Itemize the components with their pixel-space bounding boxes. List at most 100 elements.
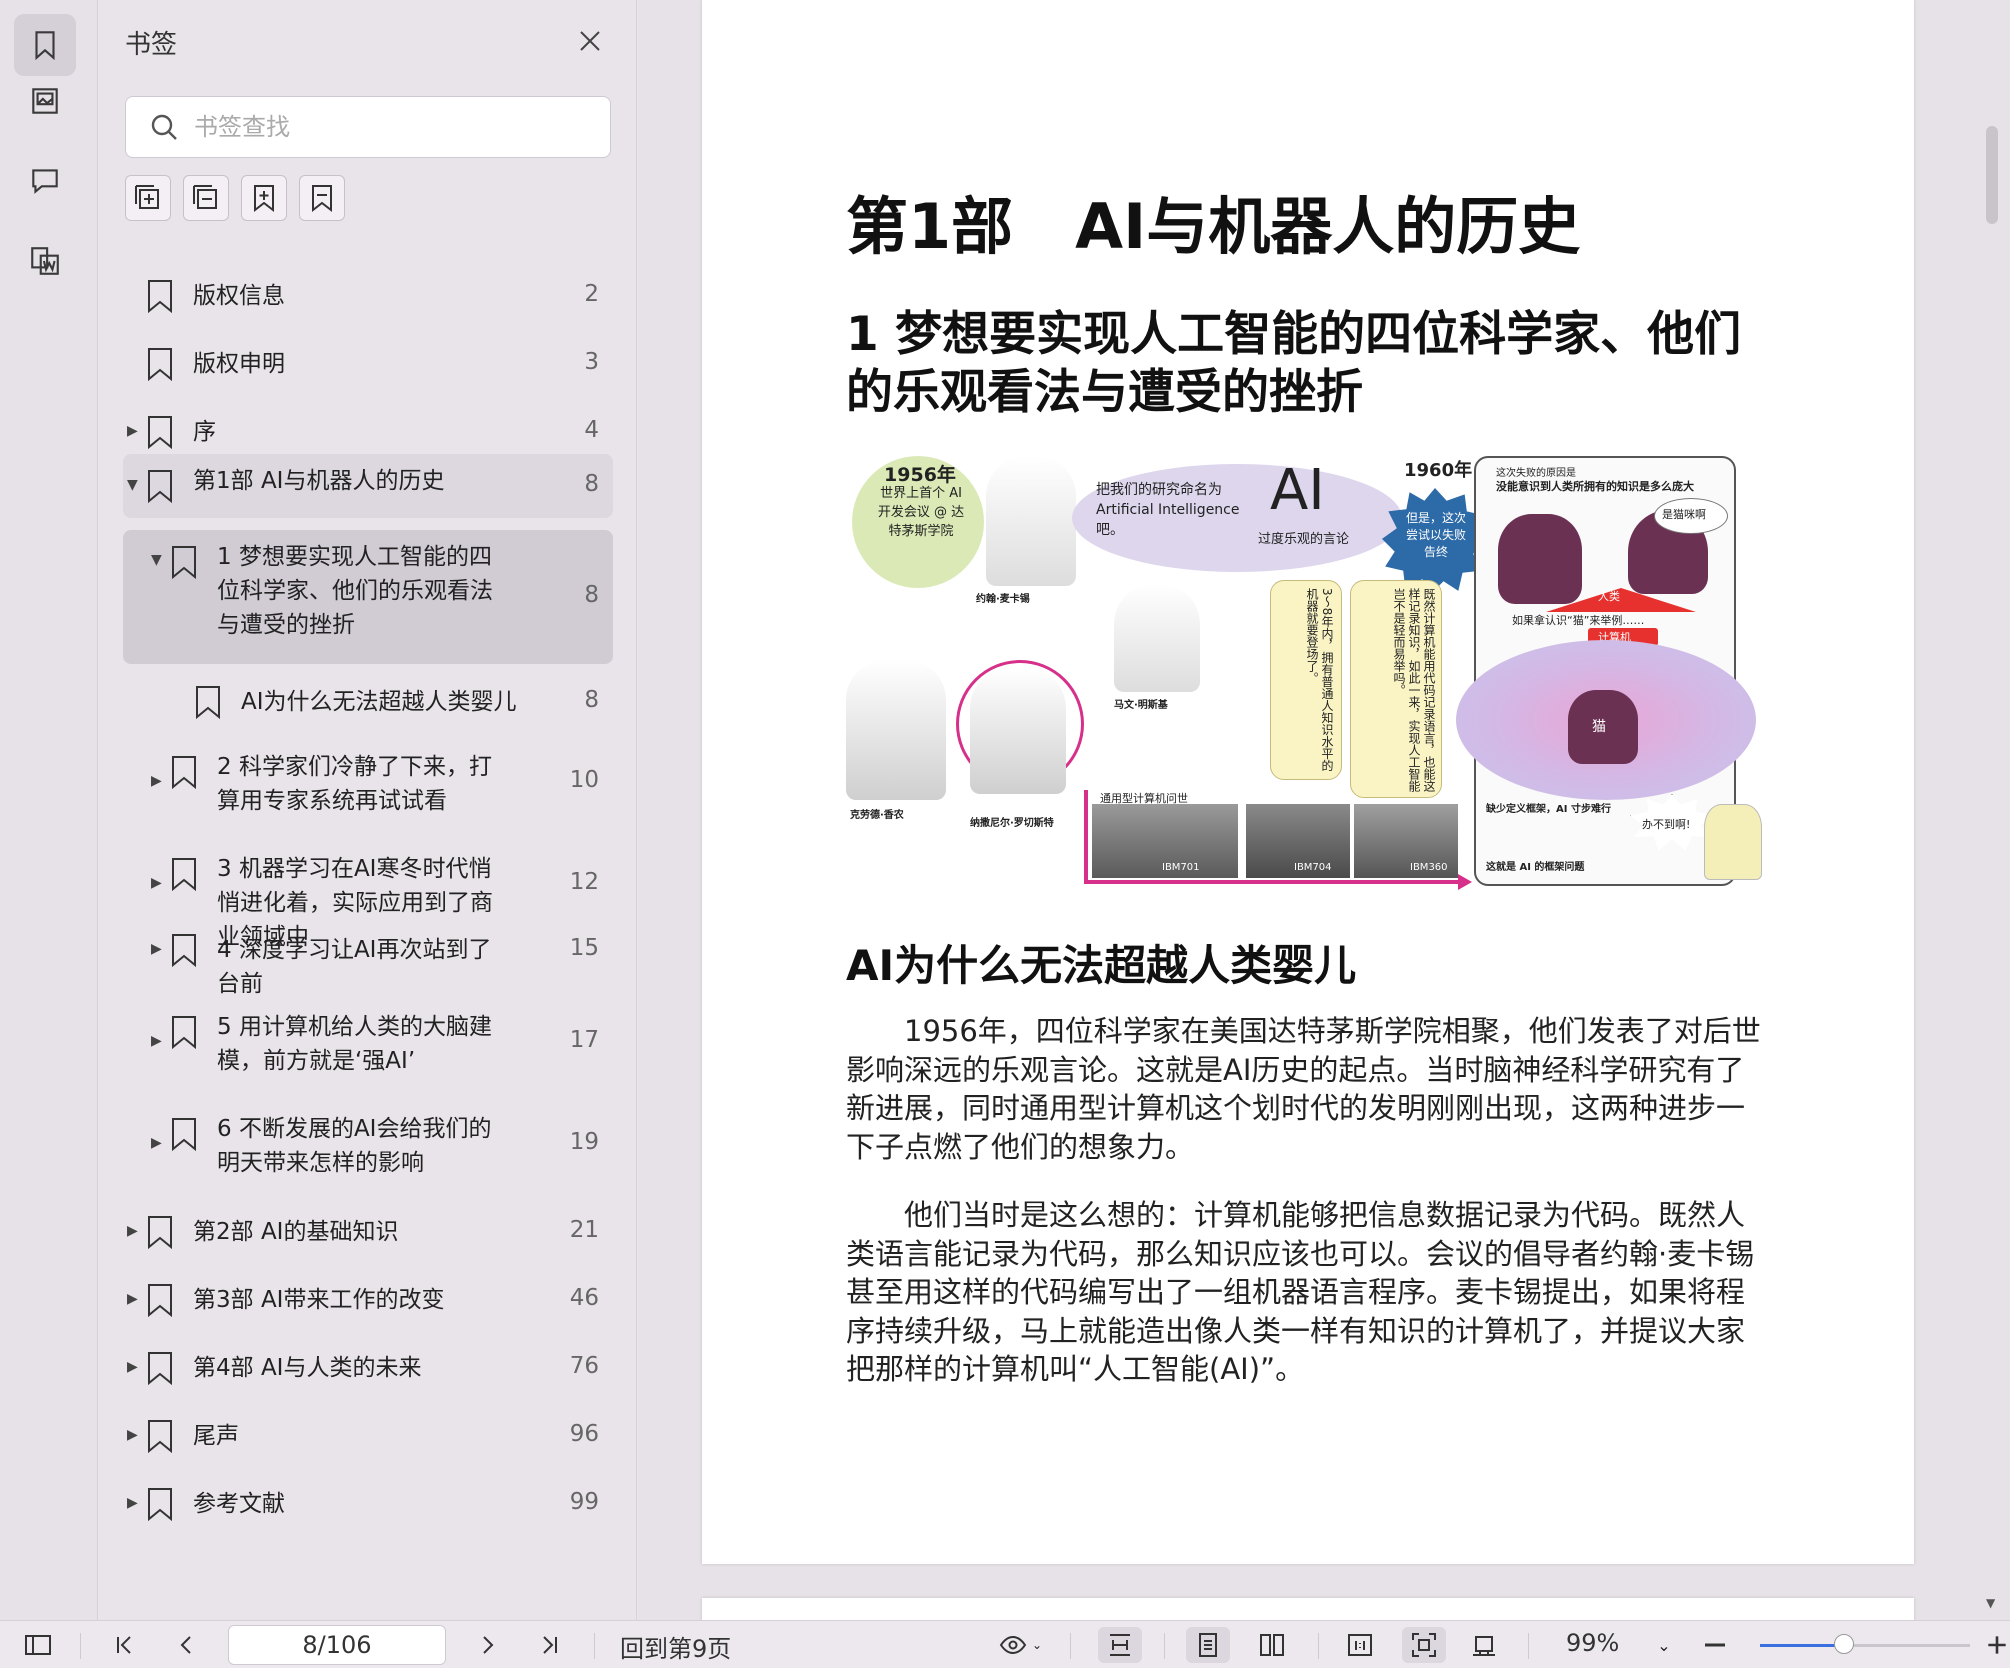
- bookmark-item[interactable]: AI为什么无法超越人类婴儿 8: [123, 676, 613, 728]
- document-viewer[interactable]: 第1部 AI与机器人的历史 1 梦想要实现人工智能的四位科学家、他们的乐观看法与…: [638, 0, 2010, 1620]
- bookmark-item[interactable]: ▼ 1 梦想要实现人工智能的四位科学家、他们的乐观看法与遭受的挫折 8: [123, 530, 613, 664]
- collapse-triangle-icon[interactable]: ▶: [151, 875, 162, 891]
- toggle-sidebar-button[interactable]: [20, 1627, 56, 1663]
- cat-label: 猫: [1592, 719, 1606, 735]
- collapse-triangle-icon[interactable]: ▶: [151, 773, 162, 789]
- collapse-triangle-icon[interactable]: ▶: [127, 1223, 138, 1239]
- bookmark-label: 2 科学家们冷静了下来，打算用专家系统再试试看: [217, 754, 492, 814]
- actual-size-button[interactable]: [1338, 1627, 1382, 1663]
- bookmark-item[interactable]: ▶ 2 科学家们冷静了下来，打算用专家系统再试试看 10: [123, 740, 613, 824]
- failure-text: 但是，这次尝试以失败告终: [1405, 511, 1466, 559]
- bookmark-icon: [145, 1282, 175, 1318]
- single-page-button[interactable]: [1186, 1627, 1230, 1663]
- expand-triangle-icon[interactable]: ▼: [127, 477, 138, 493]
- bookmark-item[interactable]: ▶ 第3部 AI带来工作的改变 46: [123, 1274, 613, 1326]
- bookmark-item[interactable]: 版权申明 3: [123, 338, 613, 390]
- impossible-text: 办不到啊!: [1642, 818, 1691, 831]
- bookmark-label: 序: [193, 419, 216, 445]
- bookmark-item[interactable]: ▶ 第4部 AI与人类的未来 76: [123, 1342, 613, 1394]
- bookmark-item[interactable]: ▶ 参考文献 99: [123, 1478, 613, 1530]
- bookmark-label: 4 深度学习让AI再次站到了台前: [217, 937, 492, 997]
- bookmark-item[interactable]: ▶ 5 用计算机给人类的大脑建模，前方就是‘强AI’ 17: [123, 1000, 613, 1084]
- collapse-triangle-icon[interactable]: ▶: [127, 423, 138, 439]
- expand-triangle-icon[interactable]: ▼: [151, 552, 162, 568]
- shannon-portrait: [846, 660, 946, 800]
- goto-page-button[interactable]: 回到第9页: [620, 1629, 731, 1664]
- zoom-in-button[interactable]: [1984, 1627, 2010, 1663]
- fit-page-button[interactable]: [1402, 1627, 1446, 1663]
- rochester-name: 纳撒尼尔·罗切斯特: [970, 818, 1054, 829]
- next-page-button[interactable]: [470, 1627, 506, 1663]
- bookmark-page-number: 76: [569, 1353, 599, 1379]
- frame-problem-text: 这就是 AI 的框架问题: [1486, 862, 1585, 873]
- expand-all-button[interactable]: [125, 175, 171, 221]
- collapse-triangle-icon[interactable]: ▶: [127, 1495, 138, 1511]
- bookmark-label: 1 梦想要实现人工智能的四位科学家、他们的乐观看法与遭受的挫折: [217, 544, 493, 638]
- bookmark-toolbar: [125, 175, 345, 221]
- scrollbar-thumb[interactable]: [1986, 126, 1998, 224]
- collapse-triangle-icon[interactable]: ▶: [151, 1135, 162, 1151]
- collapse-triangle-icon[interactable]: ▶: [127, 1291, 138, 1307]
- thumbnail-panel-button[interactable]: [14, 70, 76, 132]
- delete-bookmark-button[interactable]: [299, 175, 345, 221]
- collapse-all-button[interactable]: [183, 175, 229, 221]
- bookmark-label: 参考文献: [193, 1491, 285, 1517]
- zoom-slider[interactable]: [1760, 1644, 1970, 1647]
- bookmark-icon: [169, 1116, 199, 1152]
- bookmark-icon: [145, 1486, 175, 1522]
- actual-size-icon: [1348, 1634, 1372, 1656]
- shannon-name: 克劳德·香农: [850, 810, 904, 821]
- single-page-icon: [1199, 1633, 1217, 1657]
- chapter-title: 1 梦想要实现人工智能的四位科学家、他们的乐观看法与遭受的挫折: [846, 307, 1742, 420]
- collapse-triangle-icon[interactable]: ▶: [151, 941, 162, 957]
- bookmark-page-number: 2: [584, 281, 599, 307]
- fit-width-button[interactable]: [1098, 1627, 1142, 1663]
- prev-page-button[interactable]: [168, 1627, 204, 1663]
- separator: [80, 1633, 81, 1659]
- zoom-dropdown-button[interactable]: ⌄: [1652, 1627, 1676, 1663]
- bookmark-page-number: 10: [569, 767, 599, 793]
- rotate-button[interactable]: [1462, 1627, 1506, 1663]
- timeline-arrow-vertical: [1084, 790, 1088, 884]
- first-page-button[interactable]: [106, 1627, 142, 1663]
- mccarthy-name: 约翰·麦卡锡: [976, 594, 1030, 605]
- bookmark-item[interactable]: 版权信息 2: [123, 270, 613, 322]
- bookmark-page-number: 21: [569, 1217, 599, 1243]
- year-1960: 1960年: [1404, 460, 1473, 481]
- bookmark-label: 版权申明: [193, 351, 285, 377]
- bookmark-item[interactable]: ▶ 4 深度学习让AI再次站到了台前 15: [123, 924, 613, 997]
- zoom-out-button[interactable]: [1700, 1627, 1730, 1663]
- close-panel-button[interactable]: [573, 24, 607, 58]
- bookmark-item[interactable]: ▼ 第1部 AI与机器人的历史 8: [123, 454, 613, 518]
- bookmark-item[interactable]: ▶ 6 不断发展的AI会给我们的明天带来怎样的影响 19: [123, 1102, 613, 1186]
- sidebar-icon: [25, 1635, 51, 1655]
- zoom-slider-knob[interactable]: [1834, 1634, 1854, 1654]
- bookmark-page-number: 4: [584, 417, 599, 443]
- bookmark-item[interactable]: ▶ 3 机器学习在AI寒冬时代悄悄进化着，实际应用到了商业领域中 12: [123, 842, 613, 950]
- vertical-scrollbar[interactable]: [1984, 0, 2008, 1620]
- bookmark-item[interactable]: ▶ 第2部 AI的基础知识 21: [123, 1206, 613, 1258]
- bookmark-page-number: 19: [569, 1129, 599, 1155]
- view-mode-button[interactable]: ⌄: [990, 1627, 1050, 1663]
- two-page-icon: [1260, 1634, 1284, 1656]
- example-text: 如果拿认识“猫”来举例……: [1512, 614, 1645, 627]
- timeline-arrow: [1086, 880, 1462, 884]
- collapse-triangle-icon[interactable]: ▶: [127, 1427, 138, 1443]
- bookmark-item[interactable]: ▶ 尾声 96: [123, 1410, 613, 1462]
- bookmark-search-input[interactable]: [194, 113, 594, 141]
- last-page-button[interactable]: [532, 1627, 568, 1663]
- page-number-input[interactable]: [228, 1625, 446, 1665]
- convert-panel-button[interactable]: [14, 230, 76, 292]
- add-bookmark-button[interactable]: [241, 175, 287, 221]
- zoom-level[interactable]: 99%: [1566, 1629, 1619, 1657]
- annotation-panel-button[interactable]: [14, 150, 76, 212]
- bookmark-item[interactable]: ▶ 序 4: [123, 406, 613, 458]
- collapse-triangle-icon[interactable]: ▶: [151, 1033, 162, 1049]
- collapse-triangle-icon[interactable]: ▶: [127, 1359, 138, 1375]
- scroll-down-arrow[interactable]: ▼: [1986, 1596, 1995, 1610]
- bookmark-panel-button[interactable]: [14, 14, 76, 76]
- last-page-icon: [543, 1636, 557, 1654]
- reason-title: 这次失败的原因是: [1496, 468, 1576, 479]
- bookmark-label: 第4部 AI与人类的未来: [193, 1355, 422, 1381]
- two-page-button[interactable]: [1250, 1627, 1294, 1663]
